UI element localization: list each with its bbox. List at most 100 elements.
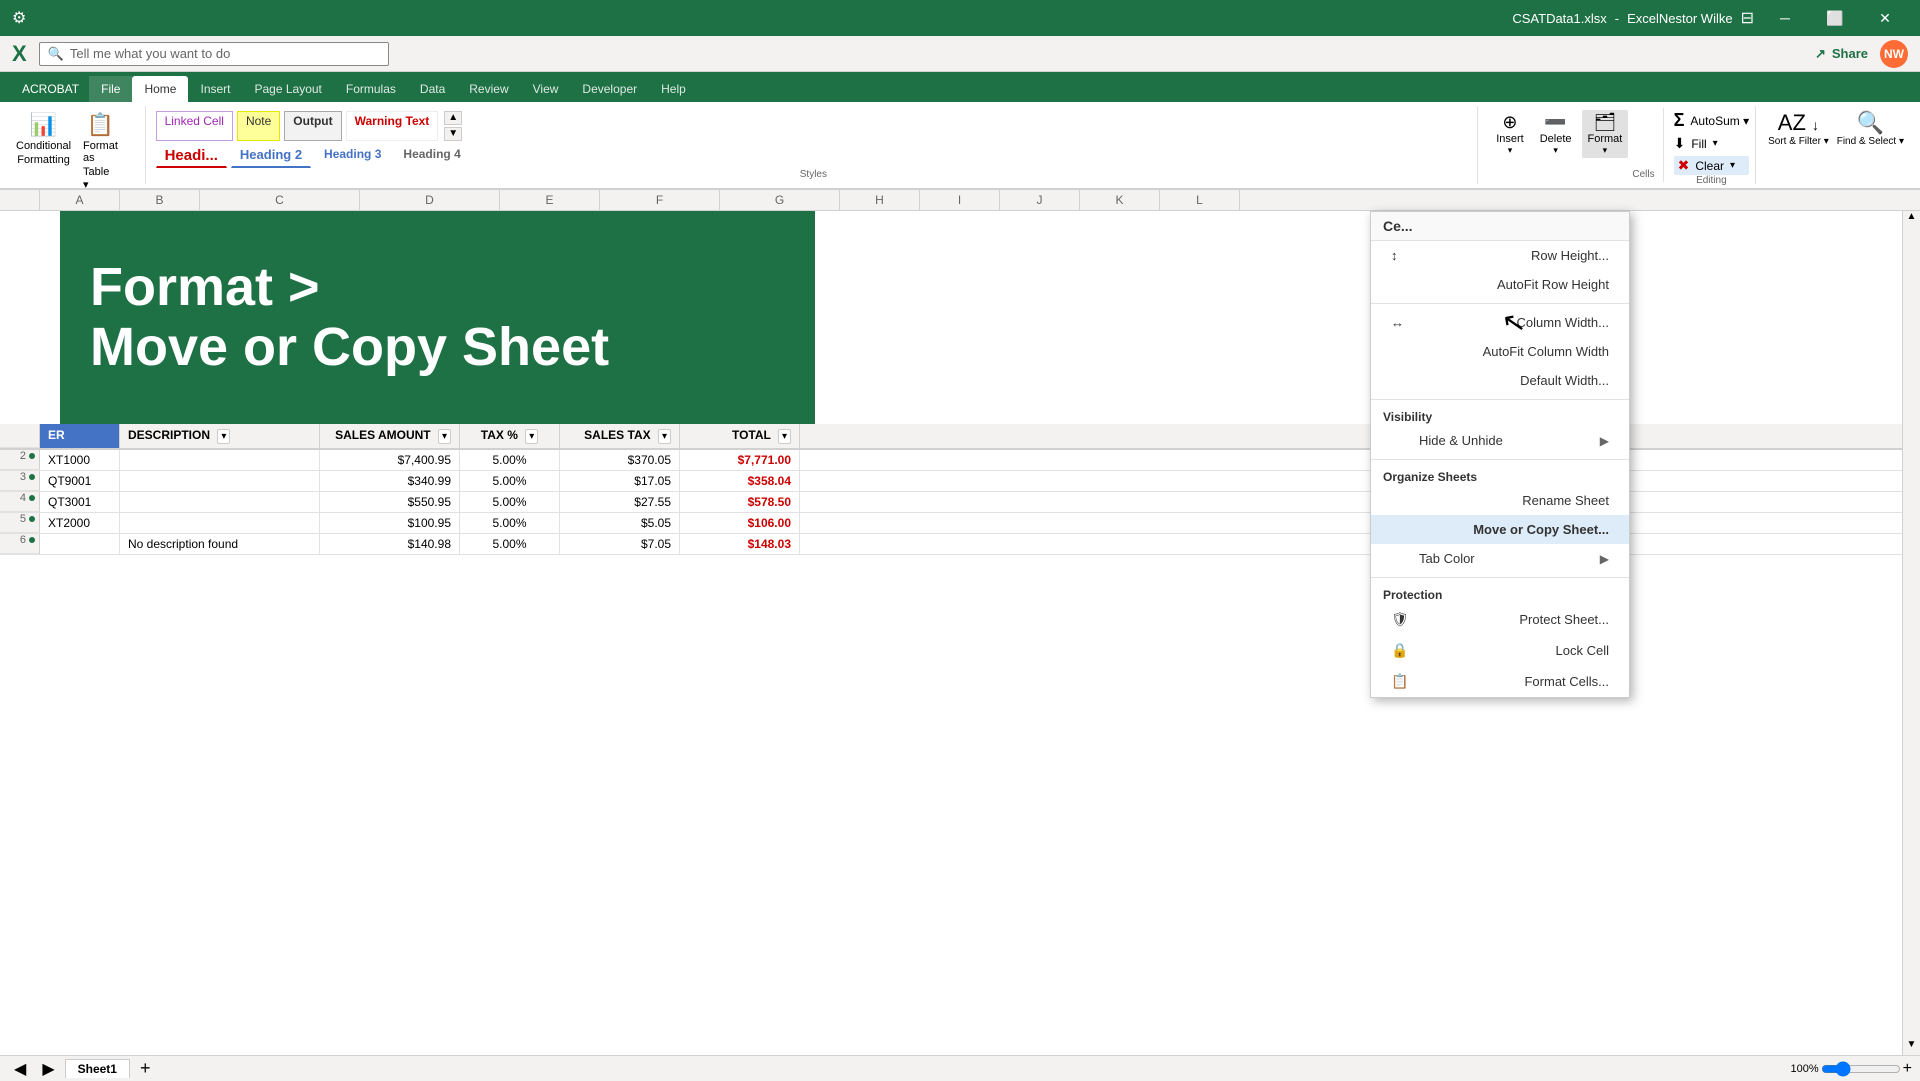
cell-sales-1[interactable]: $7,400.95: [320, 450, 460, 470]
cell-total-4[interactable]: $106.00: [680, 513, 800, 533]
tab-acrobat[interactable]: ACROBAT: [12, 76, 89, 102]
menu-move-copy-sheet[interactable]: Move or Copy Sheet...: [1371, 515, 1629, 544]
style-heading1[interactable]: Headi...: [156, 144, 227, 168]
cell-tax-3[interactable]: 5.00%: [460, 492, 560, 512]
add-sheet-button[interactable]: +: [134, 1058, 157, 1079]
find-select-button[interactable]: 🔍 Find & Select ▾: [1837, 110, 1904, 180]
maximize-button[interactable]: ⬜: [1812, 0, 1858, 36]
tab-view[interactable]: View: [521, 76, 571, 102]
tab-data[interactable]: Data: [408, 76, 457, 102]
cell-total-1[interactable]: $7,771.00: [680, 450, 800, 470]
styles-scroll-down[interactable]: ▼: [444, 127, 462, 141]
zoom-slider[interactable]: [1821, 1061, 1901, 1077]
sort-filter-button[interactable]: AZ ↓ Sort & Filter ▾: [1768, 110, 1829, 180]
window-controls: ─ ⬜ ✕: [1762, 0, 1908, 36]
overlay-line2: Move or Copy Sheet: [90, 318, 785, 377]
filter-salestax[interactable]: ▾: [658, 429, 671, 444]
tab-page-layout[interactable]: Page Layout: [243, 76, 334, 102]
menu-hide-unhide[interactable]: Hide & Unhide ▶: [1371, 426, 1629, 455]
title-bar-center: CSATData1.xlsx - Excel: [1512, 11, 1659, 26]
hide-unhide-arrow: ▶: [1600, 434, 1609, 448]
cell-sales-2[interactable]: $340.99: [320, 471, 460, 491]
sheet-nav-left[interactable]: ◀: [8, 1059, 32, 1079]
search-box[interactable]: 🔍 Tell me what you want to do: [39, 42, 389, 66]
style-heading2[interactable]: Heading 2: [231, 144, 311, 168]
th-er: ER: [40, 424, 120, 448]
menu-autofit-row-height[interactable]: AutoFit Row Height: [1371, 270, 1629, 299]
avatar[interactable]: NW: [1880, 40, 1908, 68]
cell-tax-1[interactable]: 5.00%: [460, 450, 560, 470]
cell-salestax-2[interactable]: $17.05: [560, 471, 680, 491]
filter-total[interactable]: ▾: [778, 429, 791, 444]
menu-format-cells[interactable]: 📋 Format Cells...: [1371, 666, 1629, 697]
cell-tax-4[interactable]: 5.00%: [460, 513, 560, 533]
menu-protect-sheet[interactable]: 🛡 Protect Sheet...: [1371, 604, 1629, 635]
tab-file[interactable]: File: [89, 76, 132, 102]
fill-button[interactable]: ⬇ Fill ▾: [1674, 135, 1750, 152]
vertical-scrollbar[interactable]: ▲ ▼: [1902, 211, 1920, 1055]
menu-tab-color[interactable]: Tab Color ▶: [1371, 544, 1629, 573]
cell-er-4[interactable]: XT2000: [40, 513, 120, 533]
menu-autofit-column-width[interactable]: AutoFit Column Width: [1371, 337, 1629, 366]
cell-total-2[interactable]: $358.04: [680, 471, 800, 491]
cell-desc-5[interactable]: No description found: [120, 534, 320, 554]
scroll-up-button[interactable]: ▲: [1903, 211, 1920, 227]
cell-tax-2[interactable]: 5.00%: [460, 471, 560, 491]
delete-button[interactable]: ➖ Delete ▾: [1534, 110, 1578, 158]
cell-er-1[interactable]: XT1000: [40, 450, 120, 470]
cell-tax-5[interactable]: 5.00%: [460, 534, 560, 554]
style-note[interactable]: Note: [237, 111, 280, 141]
filter-sales[interactable]: ▾: [438, 429, 451, 444]
tab-developer[interactable]: Developer: [570, 76, 649, 102]
tab-help[interactable]: Help: [649, 76, 698, 102]
cell-sales-3[interactable]: $550.95: [320, 492, 460, 512]
cell-sales-5[interactable]: $140.98: [320, 534, 460, 554]
style-linked-cell[interactable]: Linked Cell: [156, 111, 233, 141]
cell-salestax-4[interactable]: $5.05: [560, 513, 680, 533]
style-warning-text[interactable]: Warning Text: [346, 111, 439, 141]
cell-er-5[interactable]: [40, 534, 120, 554]
tab-home[interactable]: Home: [132, 76, 188, 102]
cell-desc-1[interactable]: [120, 450, 320, 470]
tab-review[interactable]: Review: [457, 76, 520, 102]
tab-insert[interactable]: Insert: [188, 76, 242, 102]
cell-total-5[interactable]: $148.03: [680, 534, 800, 554]
minimize-button[interactable]: ─: [1762, 0, 1808, 36]
style-heading4[interactable]: Heading 4: [394, 144, 469, 168]
cell-desc-3[interactable]: [120, 492, 320, 512]
cell-salestax-1[interactable]: $370.05: [560, 450, 680, 470]
cell-salestax-5[interactable]: $7.05: [560, 534, 680, 554]
style-heading3[interactable]: Heading 3: [315, 144, 390, 168]
style-output[interactable]: Output: [284, 111, 341, 141]
cell-desc-4[interactable]: [120, 513, 320, 533]
cell-desc-2[interactable]: [120, 471, 320, 491]
filter-description[interactable]: ▾: [217, 429, 230, 444]
tab-formulas[interactable]: Formulas: [334, 76, 408, 102]
close-button[interactable]: ✕: [1862, 0, 1908, 36]
sheet-nav-right[interactable]: ▶: [36, 1059, 60, 1079]
filter-tax[interactable]: ▾: [525, 429, 538, 444]
clear-button[interactable]: ✖ Clear ▾: [1674, 156, 1750, 175]
format-as-table-button[interactable]: 📋 Format as Table ▾: [79, 110, 122, 193]
sheet-tab-1[interactable]: Sheet1: [65, 1059, 130, 1078]
menu-column-width[interactable]: ↔ Column Width...: [1371, 308, 1629, 337]
cell-er-2[interactable]: QT9001: [40, 471, 120, 491]
insert-button[interactable]: ⊕ Insert ▾: [1490, 110, 1530, 158]
cell-salestax-3[interactable]: $27.55: [560, 492, 680, 512]
menu-rename-sheet[interactable]: Rename Sheet: [1371, 486, 1629, 515]
format-button[interactable]: 🗂 Format ▾: [1582, 110, 1629, 158]
menu-default-width[interactable]: Default Width...: [1371, 366, 1629, 395]
cell-total-3[interactable]: $578.50: [680, 492, 800, 512]
autosum-button[interactable]: Σ AutoSum ▾: [1674, 110, 1750, 131]
share-button[interactable]: ↗ Share: [1815, 46, 1868, 62]
scroll-down-button[interactable]: ▼: [1903, 1039, 1920, 1055]
window-icon[interactable]: ⊟: [1741, 8, 1754, 28]
menu-lock-cell[interactable]: 🔒 Lock Cell: [1371, 635, 1629, 666]
zoom-in-icon[interactable]: +: [1903, 1060, 1912, 1078]
styles-scroll-up[interactable]: ▲: [444, 111, 462, 125]
cell-er-3[interactable]: QT3001: [40, 492, 120, 512]
menu-row-height[interactable]: ↕ Row Height...: [1371, 241, 1629, 270]
conditional-formatting-button[interactable]: 📊 Conditional Formatting: [12, 110, 75, 168]
search-placeholder: Tell me what you want to do: [70, 46, 230, 61]
cell-sales-4[interactable]: $100.95: [320, 513, 460, 533]
